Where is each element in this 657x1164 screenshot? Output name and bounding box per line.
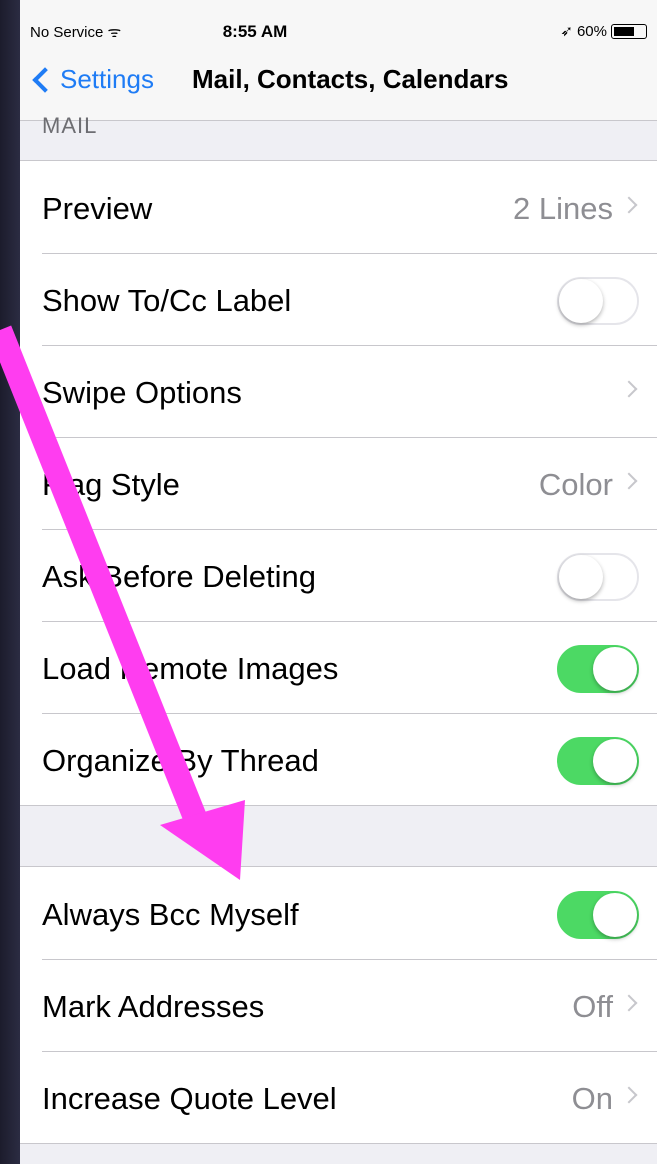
toggle-knob bbox=[559, 279, 603, 323]
battery-percent: 60% bbox=[576, 22, 607, 40]
row-value: On bbox=[571, 1081, 613, 1116]
chevron-right-icon bbox=[620, 380, 638, 398]
chevron-right-icon bbox=[620, 994, 638, 1012]
row-value: Color bbox=[538, 467, 613, 502]
status-bar: No Service ᯤ 8:55 AM ➶ 60% bbox=[20, 0, 657, 44]
clock: 8:55 AM bbox=[222, 22, 288, 41]
compose-settings-group: Always Bcc Myself Mark Addresses Off Increa… bbox=[20, 866, 657, 1144]
row-label: Flag Style bbox=[42, 467, 180, 502]
chevron-left-icon bbox=[32, 66, 58, 93]
battery-icon bbox=[611, 23, 647, 39]
row-value: Off bbox=[572, 989, 613, 1024]
phone-screen: No Service ᯤ 8:55 AM ➶ 60% Settings Mail… bbox=[20, 0, 657, 1164]
settings-row: Always Bcc Myself bbox=[20, 867, 657, 959]
chevron-right-icon bbox=[620, 1086, 638, 1104]
status-right: ➶ 60% bbox=[560, 22, 647, 40]
settings-row[interactable]: Increase Quote Level On bbox=[20, 1051, 657, 1143]
page-title: Mail, Contacts, Calendars bbox=[192, 64, 509, 94]
settings-row: Organize By Thread bbox=[20, 713, 657, 805]
settings-row: Show To/Cc Label bbox=[20, 253, 657, 345]
settings-row: Load Remote Images bbox=[20, 621, 657, 713]
chevron-right-icon bbox=[620, 472, 638, 490]
settings-row[interactable]: Flag Style Color bbox=[20, 437, 657, 529]
row-label: Increase Quote Level bbox=[42, 1081, 337, 1116]
row-label: Organize By Thread bbox=[42, 743, 319, 778]
row-value: 2 Lines bbox=[513, 191, 613, 226]
navigation-bar: Settings Mail, Contacts, Calendars bbox=[20, 44, 657, 121]
mail-settings-group: Preview 2 Lines Show To/Cc Label Swipe Opti… bbox=[20, 160, 657, 806]
row-label: Load Remote Images bbox=[42, 651, 339, 686]
toggle-knob bbox=[593, 647, 637, 691]
toggle-switch[interactable] bbox=[557, 553, 639, 601]
row-label: Mark Addresses bbox=[42, 989, 265, 1024]
settings-row[interactable]: Swipe Options bbox=[20, 345, 657, 437]
back-label: Settings bbox=[60, 64, 154, 94]
toggle-knob bbox=[559, 555, 603, 599]
toggle-switch[interactable] bbox=[557, 737, 639, 785]
chevron-right-icon bbox=[620, 196, 638, 214]
toggle-knob bbox=[593, 893, 637, 937]
row-label: Always Bcc Myself bbox=[42, 897, 299, 932]
row-label: Show To/Cc Label bbox=[42, 283, 292, 318]
row-label: Ask Before Deleting bbox=[42, 559, 316, 594]
location-icon: ➶ bbox=[560, 23, 573, 40]
toggle-switch[interactable] bbox=[557, 645, 639, 693]
settings-row[interactable]: Preview 2 Lines bbox=[20, 161, 657, 253]
settings-row: Ask Before Deleting bbox=[20, 529, 657, 621]
back-button[interactable]: Settings bbox=[30, 64, 154, 95]
row-label: Preview bbox=[42, 191, 153, 226]
toggle-switch[interactable] bbox=[557, 277, 639, 325]
settings-row[interactable]: Mark Addresses Off bbox=[20, 959, 657, 1051]
section-header-mail: MAIL bbox=[42, 113, 98, 138]
row-label: Swipe Options bbox=[42, 375, 242, 410]
toggle-knob bbox=[593, 739, 637, 783]
toggle-switch[interactable] bbox=[557, 891, 639, 939]
